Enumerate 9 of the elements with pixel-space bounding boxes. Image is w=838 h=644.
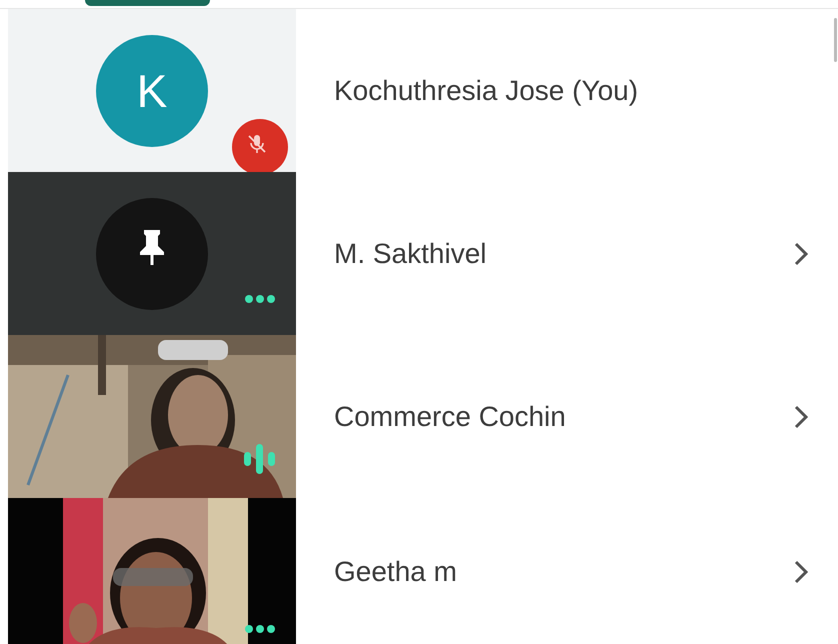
- avatar-initial: K: [136, 64, 168, 118]
- chevron-icon[interactable]: [794, 242, 808, 266]
- chevron-icon[interactable]: [794, 404, 808, 428]
- scrollbar: [834, 18, 837, 62]
- participant-name: Kochuthresia Jose (You): [334, 74, 640, 106]
- participant-name: Commerce Cochin: [334, 400, 567, 432]
- participant-name: Geetha m: [334, 556, 458, 588]
- chevron-icon[interactable]: [794, 560, 808, 584]
- participant-name: M. Sakthivel: [334, 238, 488, 270]
